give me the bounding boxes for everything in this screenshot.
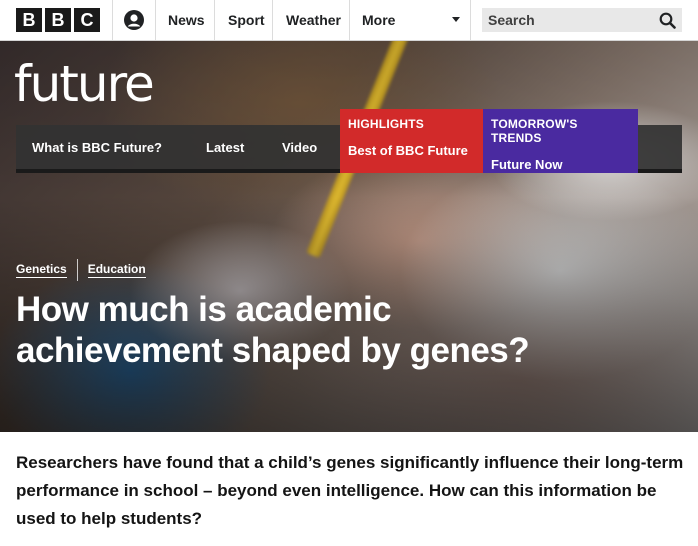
search-box[interactable] — [482, 8, 682, 32]
search-input[interactable] — [488, 12, 648, 28]
bbc-logo-letter: B — [45, 8, 71, 32]
article-headline: How much is academic achievement shaped … — [16, 290, 530, 370]
promo-title: Future Now — [491, 157, 563, 172]
section-nav-what-is[interactable]: What is BBC Future? — [32, 125, 162, 169]
divider — [349, 0, 350, 40]
divider — [470, 0, 471, 40]
bbc-logo-letter: C — [74, 8, 100, 32]
search-icon[interactable] — [659, 12, 676, 29]
nav-weather[interactable]: Weather — [286, 0, 341, 40]
bbc-logo[interactable]: B B C — [16, 8, 100, 32]
bbc-logo-letter: B — [16, 8, 42, 32]
section-nav-video[interactable]: Video — [282, 125, 317, 169]
divider — [214, 0, 215, 40]
nav-sport[interactable]: Sport — [228, 0, 265, 40]
section-nav: What is BBC Future? Latest Video HIGHLIG… — [16, 109, 682, 173]
article-tags: Genetics Education — [16, 259, 146, 281]
account-button[interactable] — [112, 0, 156, 40]
nav-news[interactable]: News — [168, 0, 205, 40]
tag-divider — [76, 259, 78, 281]
divider — [272, 0, 273, 40]
nav-more[interactable]: More — [362, 0, 395, 40]
promo-highlights[interactable]: HIGHLIGHTS Best of BBC Future — [340, 109, 483, 173]
promo-title: Best of BBC Future — [348, 143, 468, 158]
promo-kicker: HIGHLIGHTS — [348, 117, 424, 131]
chevron-down-icon[interactable] — [452, 17, 460, 22]
account-icon — [124, 10, 144, 30]
tag-genetics[interactable]: Genetics — [16, 262, 67, 278]
divider — [155, 0, 156, 40]
promo-kicker: TOMORROW'S TRENDS — [491, 117, 578, 145]
hero-image: future What is BBC Future? Latest Video … — [0, 41, 698, 432]
promo-tomorrows-trends[interactable]: TOMORROW'S TRENDS Future Now — [483, 109, 638, 173]
article-summary: Researchers have found that a child’s ge… — [16, 453, 684, 528]
future-logo[interactable]: future — [14, 59, 155, 109]
section-nav-latest[interactable]: Latest — [206, 125, 244, 169]
bbc-top-bar: B B C News Sport Weather More — [0, 0, 698, 41]
tag-education[interactable]: Education — [87, 262, 146, 278]
